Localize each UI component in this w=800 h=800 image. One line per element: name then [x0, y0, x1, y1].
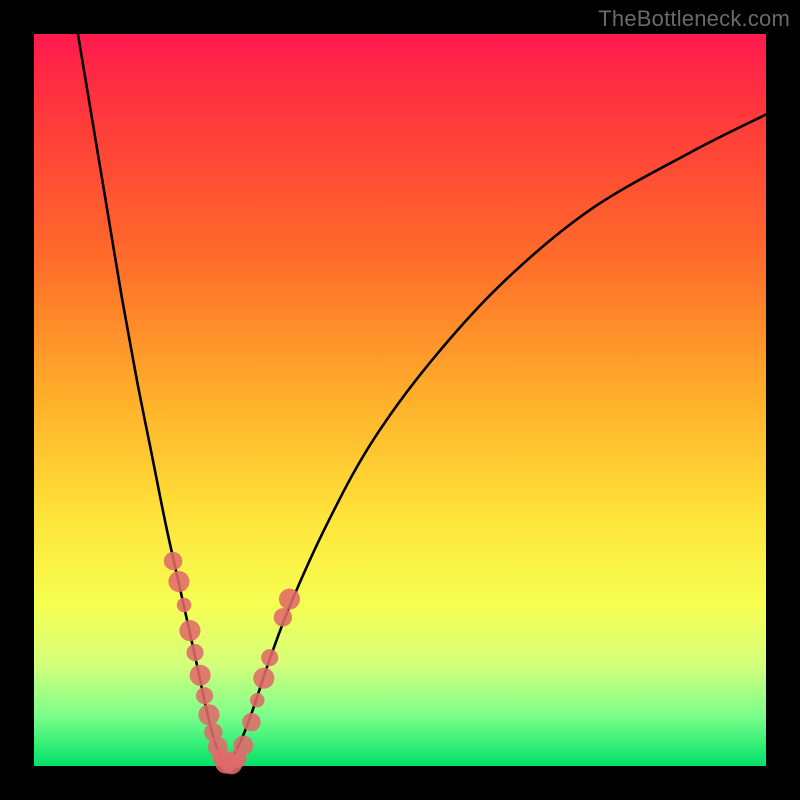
- chart-frame: TheBottleneck.com: [0, 0, 800, 800]
- curve-right: [224, 115, 766, 766]
- watermark-text: TheBottleneck.com: [598, 6, 790, 32]
- scatter-dot: [190, 665, 211, 686]
- scatter-dot: [250, 693, 265, 708]
- scatter-dot: [233, 736, 253, 756]
- scatter-dot: [198, 704, 219, 725]
- scatter-dot: [168, 571, 189, 592]
- chart-plot-area: [34, 34, 766, 766]
- scatter-dot: [164, 552, 182, 570]
- scatter-dot: [253, 668, 274, 689]
- scatter-dot: [242, 713, 260, 731]
- scatter-dot: [179, 620, 200, 641]
- scatter-dot: [177, 598, 192, 613]
- chart-svg: [34, 34, 766, 766]
- scatter-dot: [261, 649, 278, 666]
- scatter-dot: [196, 687, 213, 704]
- scatter-dot: [186, 644, 203, 661]
- scatter-points: [164, 552, 300, 775]
- scatter-dot: [279, 589, 300, 610]
- scatter-dot: [274, 608, 292, 626]
